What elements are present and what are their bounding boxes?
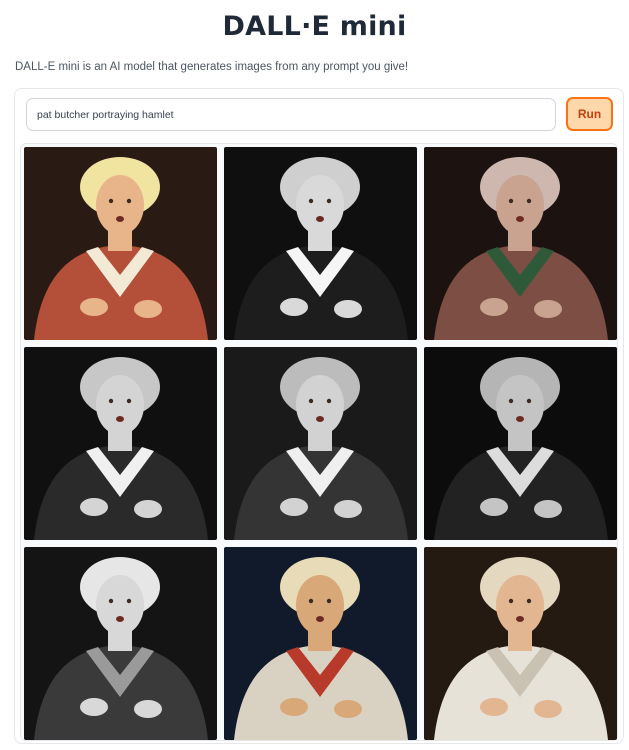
portrait-image	[224, 347, 417, 540]
portrait-image	[224, 547, 417, 740]
gallery-image[interactable]	[24, 347, 217, 540]
run-button[interactable]: Run	[566, 97, 613, 131]
portrait-image	[24, 147, 217, 340]
generator-panel: Run	[14, 88, 624, 744]
gallery-image[interactable]	[24, 547, 217, 740]
gallery-image[interactable]	[424, 547, 617, 740]
page-title: DALL·E mini	[222, 11, 407, 42]
page-description: DALL-E mini is an AI model that generate…	[15, 61, 409, 73]
gallery-image[interactable]	[24, 147, 217, 340]
gallery-image[interactable]	[224, 347, 417, 540]
portrait-image	[24, 547, 217, 740]
prompt-input[interactable]	[26, 98, 556, 131]
gallery-image[interactable]	[424, 347, 617, 540]
portrait-image	[224, 147, 417, 340]
image-gallery	[20, 143, 618, 741]
portrait-image	[424, 347, 617, 540]
portrait-image	[424, 547, 617, 740]
gallery-image[interactable]	[224, 147, 417, 340]
portrait-image	[24, 347, 217, 540]
dalle-mini-app: DALL·E mini DALL-E mini is an AI model t…	[0, 0, 629, 750]
gallery-image[interactable]	[424, 147, 617, 340]
gallery-image[interactable]	[224, 547, 417, 740]
portrait-image	[424, 147, 617, 340]
